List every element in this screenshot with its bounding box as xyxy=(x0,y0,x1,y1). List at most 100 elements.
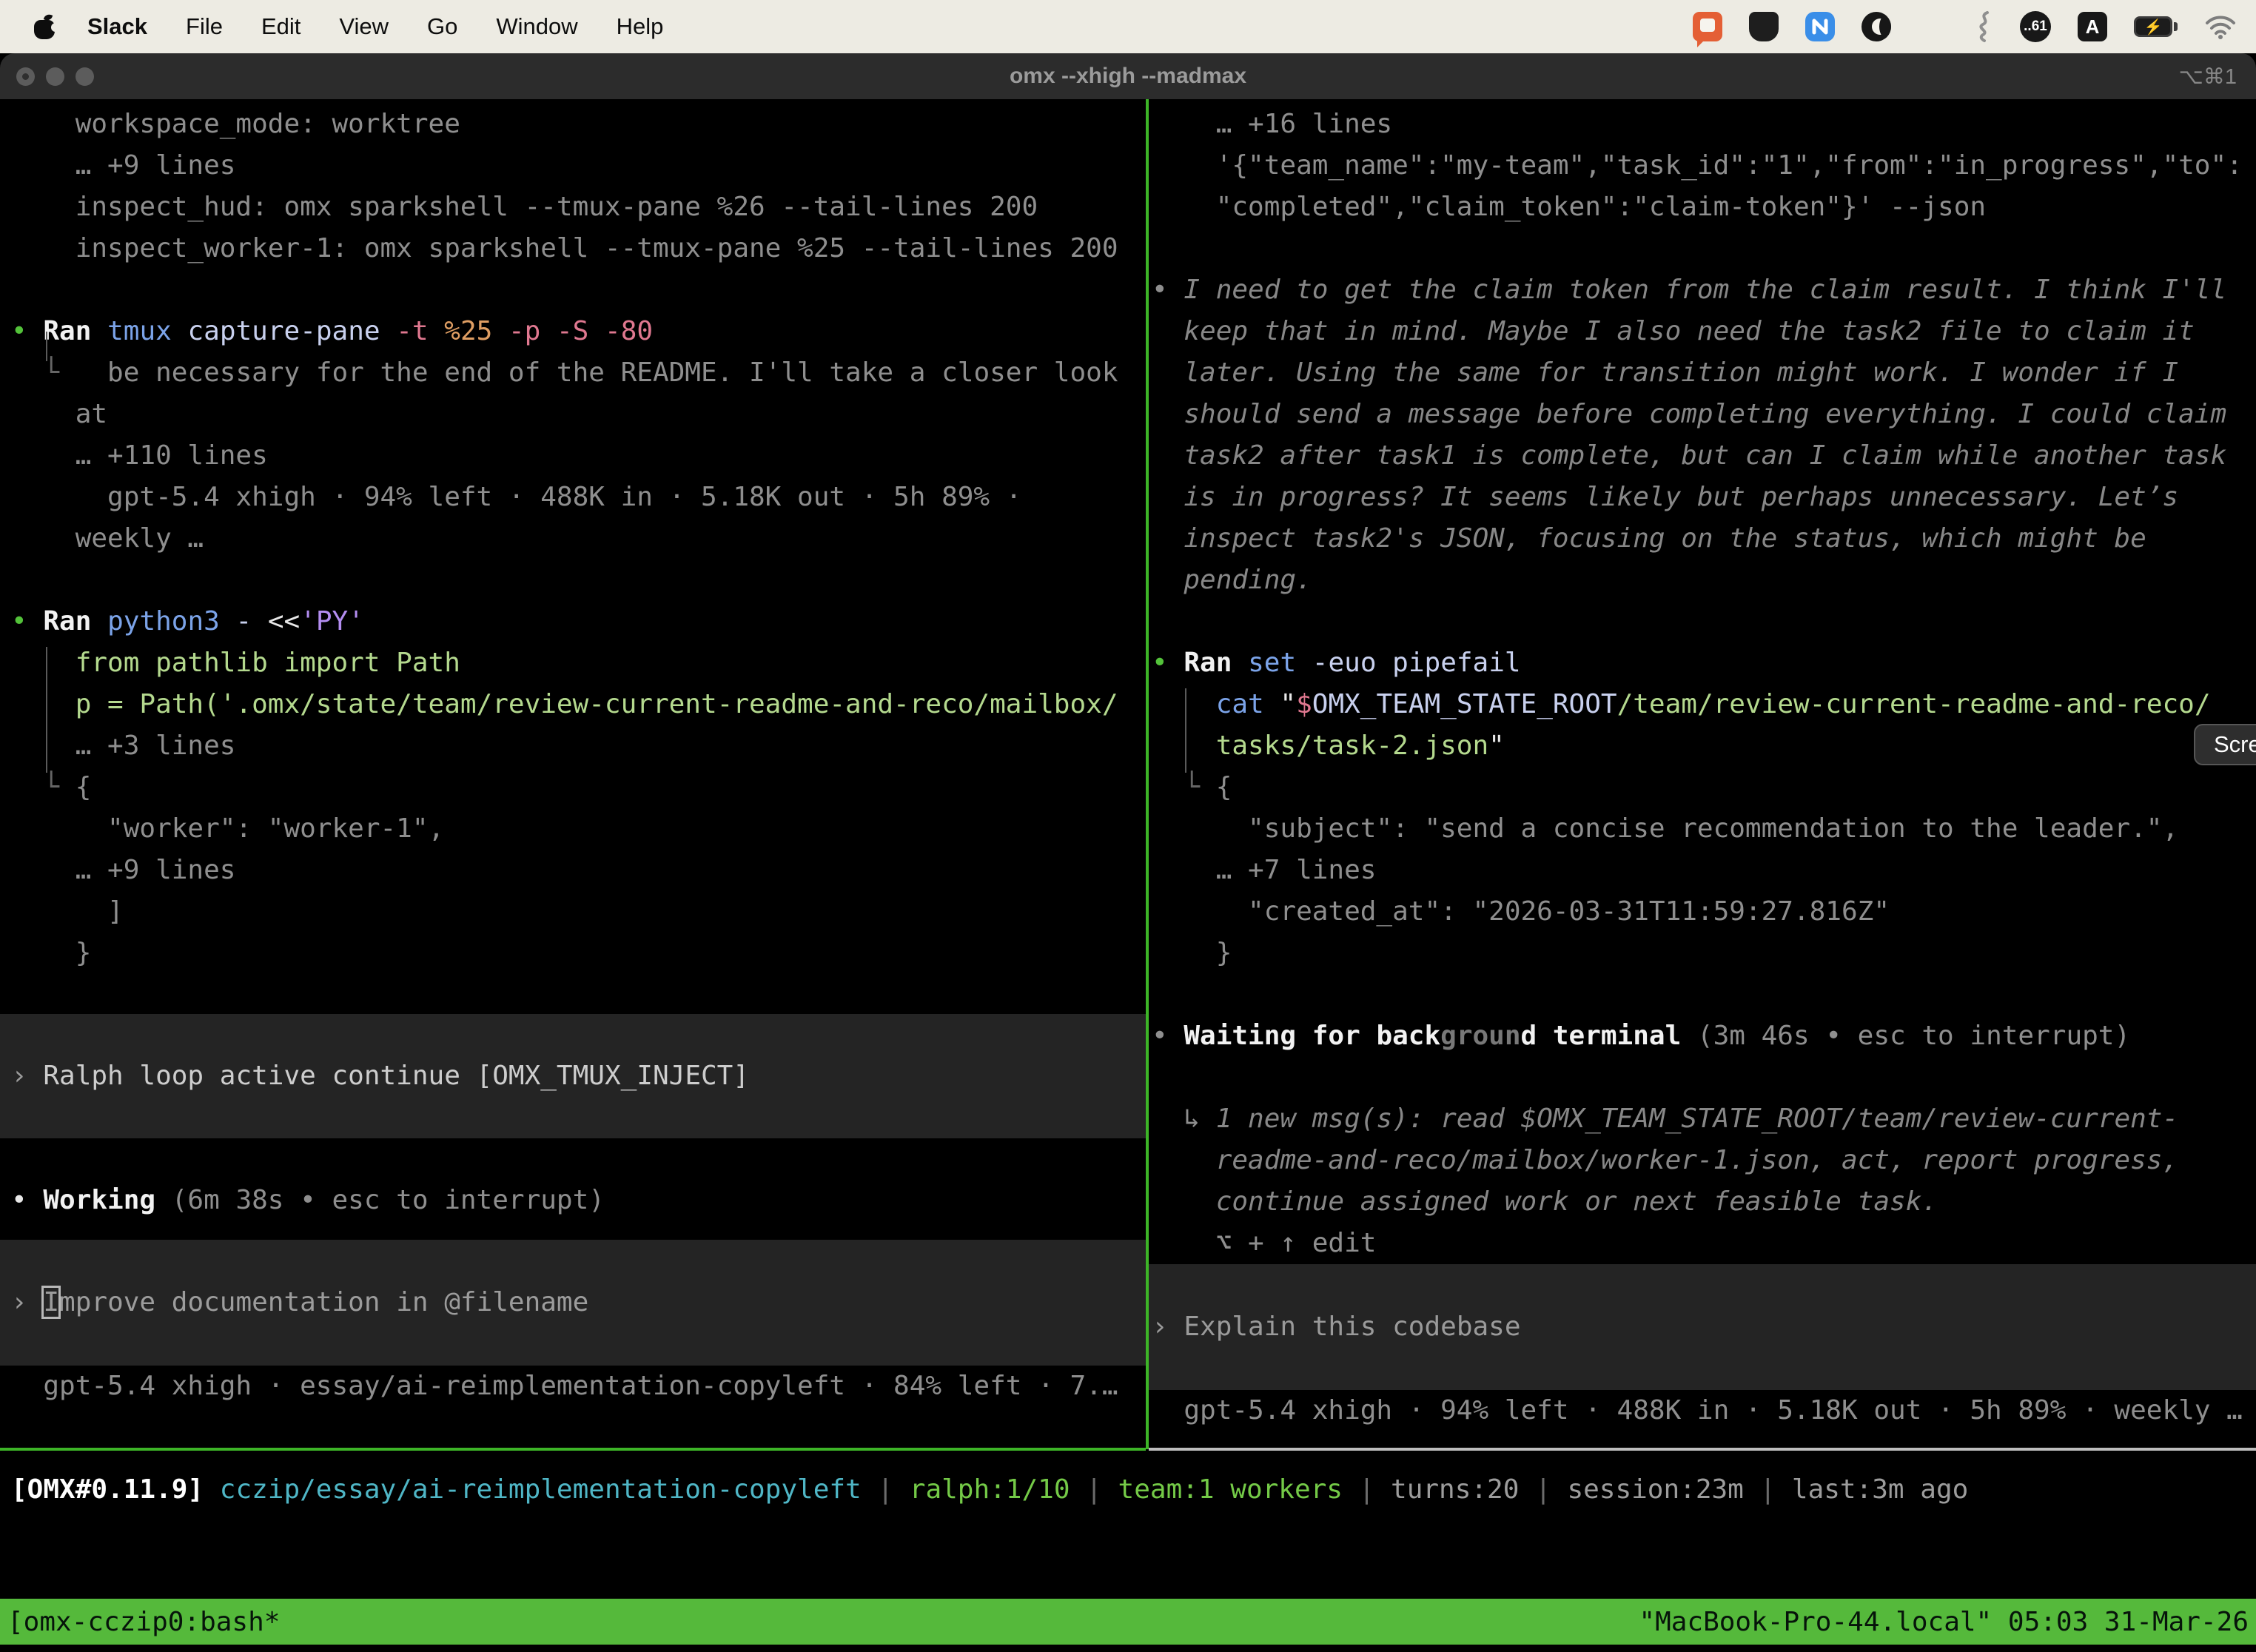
text-segment: -t xyxy=(380,316,429,346)
left-pane-output: workspace_mode: worktree … +9 lines insp… xyxy=(0,104,1146,974)
screen-overlay-chip[interactable]: Scre xyxy=(2194,724,2256,765)
terminal-line: from pathlib import Path xyxy=(0,642,1146,684)
text-segment: • xyxy=(1152,648,1168,678)
terminal-line xyxy=(1149,1057,2256,1098)
prompt-input-left[interactable]: › Improve documentation in @filename xyxy=(0,1240,1146,1366)
text-segment: workspace_mode: worktree xyxy=(11,109,460,139)
terminal-line: should send a message before completing … xyxy=(1149,394,2256,435)
terminal-line xyxy=(1149,974,2256,1015)
terminal-line: └ { xyxy=(0,767,1146,808)
prompt-chevron: › xyxy=(11,1287,43,1317)
squiggle-icon[interactable] xyxy=(1974,10,1993,43)
terminal-line: … +9 lines xyxy=(0,145,1146,187)
text-segment: › xyxy=(1152,1312,1184,1342)
text-segment: cat xyxy=(1152,689,1264,719)
text-segment xyxy=(1232,648,1248,678)
menu-item-go[interactable]: Go xyxy=(427,13,457,40)
text-segment xyxy=(91,316,107,346)
text-segment: session:23m xyxy=(1567,1474,1743,1505)
terminal-line: cat "$OMX_TEAM_STATE_ROOT/team/review-cu… xyxy=(1149,684,2256,725)
text-segment: (6m 38s • esc to interrupt) xyxy=(155,1185,605,1215)
terminal-line: continue assigned work or next feasible … xyxy=(1149,1181,2256,1223)
omx-hud: [OMX#0.11.9] cczip/essay/ai-reimplementa… xyxy=(0,1469,2256,1511)
terminal-line: task2 after task1 is complete, but can I… xyxy=(1149,435,2256,477)
menu-item-edit[interactable]: Edit xyxy=(261,13,301,40)
terminal-pane-right[interactable]: … +16 lines '{"team_name":"my-team","tas… xyxy=(1149,104,2256,1431)
terminal-line: ↳ 1 new msg(s): read $OMX_TEAM_STATE_ROO… xyxy=(1149,1098,2256,1140)
omx-hud-text: [OMX#0.11.9] cczip/essay/ai-reimplementa… xyxy=(0,1469,2256,1511)
text-segment: └ xyxy=(11,357,59,388)
text-segment: at xyxy=(11,399,107,429)
chat-app-icon[interactable] xyxy=(1693,12,1722,41)
terminal-line: • Ran set -euo pipefail xyxy=(1149,642,2256,684)
apple-menu-icon[interactable] xyxy=(34,14,56,39)
terminal-line: at xyxy=(0,394,1146,435)
terminal-line: … +110 lines xyxy=(0,435,1146,477)
terminal-line xyxy=(0,560,1146,601)
text-segment: Waiting for back xyxy=(1184,1021,1440,1051)
menu-item-help[interactable]: Help xyxy=(617,13,664,40)
terminal-line: • Waiting for background terminal (3m 46… xyxy=(1149,1015,2256,1057)
text-segment: gpt-5.4 xhigh · 94% left · 488K in · 5.1… xyxy=(11,482,1021,512)
terminal-line: keep that in mind. Maybe I also need the… xyxy=(1149,311,2256,352)
text-segment: "created_at": "2026-03-31T11:59:27.816Z" xyxy=(1152,896,1890,927)
menu-item-view[interactable]: View xyxy=(339,13,389,40)
text-segment: d terminal xyxy=(1521,1021,1682,1051)
text-segment xyxy=(27,316,44,346)
text-segment: pending. xyxy=(1152,565,1312,595)
text-segment xyxy=(27,606,44,637)
text-segment: ] xyxy=(11,896,124,927)
terminal-pane-left[interactable]: workspace_mode: worktree … +9 lines insp… xyxy=(0,104,1146,1407)
menu-item-window[interactable]: Window xyxy=(496,13,577,40)
model-status-line-left: gpt-5.4 xhigh · essay/ai-reimplementatio… xyxy=(0,1366,1146,1407)
terminal-line: tasks/task-2.json" xyxy=(1149,725,2256,767)
prompt-input-right[interactable]: › Explain this codebase xyxy=(1149,1264,2256,1390)
text-segment: Ran xyxy=(1184,648,1232,678)
text-segment: ⌥ + ↑ edit xyxy=(1152,1228,1376,1258)
menu-item-file[interactable]: File xyxy=(186,13,223,40)
text-segment: python3 xyxy=(107,606,220,637)
terminal-line: └ be necessary for the end of the README… xyxy=(0,352,1146,394)
text-segment: } xyxy=(11,938,91,968)
terminal-line: • Ran tmux capture-pane -t %25 -p -S -80 xyxy=(0,311,1146,352)
inject-banner-text: › Ralph loop active continue [OMX_TMUX_I… xyxy=(0,1055,749,1097)
keyboard-shield-icon[interactable] xyxy=(1749,12,1779,41)
menu-item-slack[interactable]: Slack xyxy=(87,13,147,40)
terminal-line: '{"team_name":"my-team","task_id":"1","f… xyxy=(1149,145,2256,187)
terminal-line: … +9 lines xyxy=(0,850,1146,891)
prompt-placeholder: mprove documentation in @filename xyxy=(59,1287,588,1317)
window-shortcut: ⌥⌘1 xyxy=(2178,64,2237,90)
text-segment: << xyxy=(252,606,300,637)
text-segment: "subject": "send a concise recommendatio… xyxy=(1152,813,2178,844)
text-segment: Explain this codebase xyxy=(1184,1312,1520,1342)
terminal-line: p = Path('.omx/state/team/review-current… xyxy=(0,684,1146,725)
text-segment: … +3 lines xyxy=(11,731,235,761)
text-segment: cczip/essay/ai-reimplementation-copyleft xyxy=(204,1474,862,1505)
text-segment: - xyxy=(220,606,252,637)
terminal-line: is in progress? It seems likely but perh… xyxy=(1149,477,2256,518)
text-segment: continue assigned work or next feasible … xyxy=(1152,1186,1938,1217)
text-segment: OMX_TEAM_STATE_ROOT xyxy=(1312,689,1617,719)
prompt-input-right-text: › Explain this codebase xyxy=(1149,1306,1521,1348)
terminal-line: ] xyxy=(0,891,1146,933)
battery-charging-icon[interactable]: ⚡ xyxy=(2134,16,2178,37)
text-segment: } xyxy=(1152,938,1232,968)
dots-grid-icon[interactable] xyxy=(1918,12,1947,41)
text-segment: -euo pipefail xyxy=(1296,648,1520,678)
text-segment: Ralph loop active continue [OMX_TMUX_INJ… xyxy=(43,1061,749,1091)
pane-divider-vertical[interactable] xyxy=(1146,99,1149,1449)
text-segment: Ran xyxy=(43,606,91,637)
tree-connector xyxy=(1185,688,1186,773)
terminal-line: inspect_worker-1: omx sparkshell --tmux-… xyxy=(0,228,1146,269)
dark-crescent-icon[interactable] xyxy=(1861,12,1891,41)
battery-percent-icon[interactable]: ..61 xyxy=(2020,11,2051,42)
text-segment: tmux xyxy=(107,316,172,346)
text-segment: " xyxy=(1488,731,1505,761)
text-segment: • xyxy=(1152,1021,1184,1051)
prompt-input-left-text: › Improve documentation in @filename xyxy=(0,1282,588,1323)
right-pane-output: … +16 lines '{"team_name":"my-team","tas… xyxy=(1149,104,2256,1264)
input-source-icon[interactable]: A xyxy=(2078,12,2107,41)
blue-zigzag-icon[interactable] xyxy=(1805,12,1835,41)
text-segment: Ran xyxy=(43,316,91,346)
wifi-icon[interactable] xyxy=(2204,14,2237,39)
